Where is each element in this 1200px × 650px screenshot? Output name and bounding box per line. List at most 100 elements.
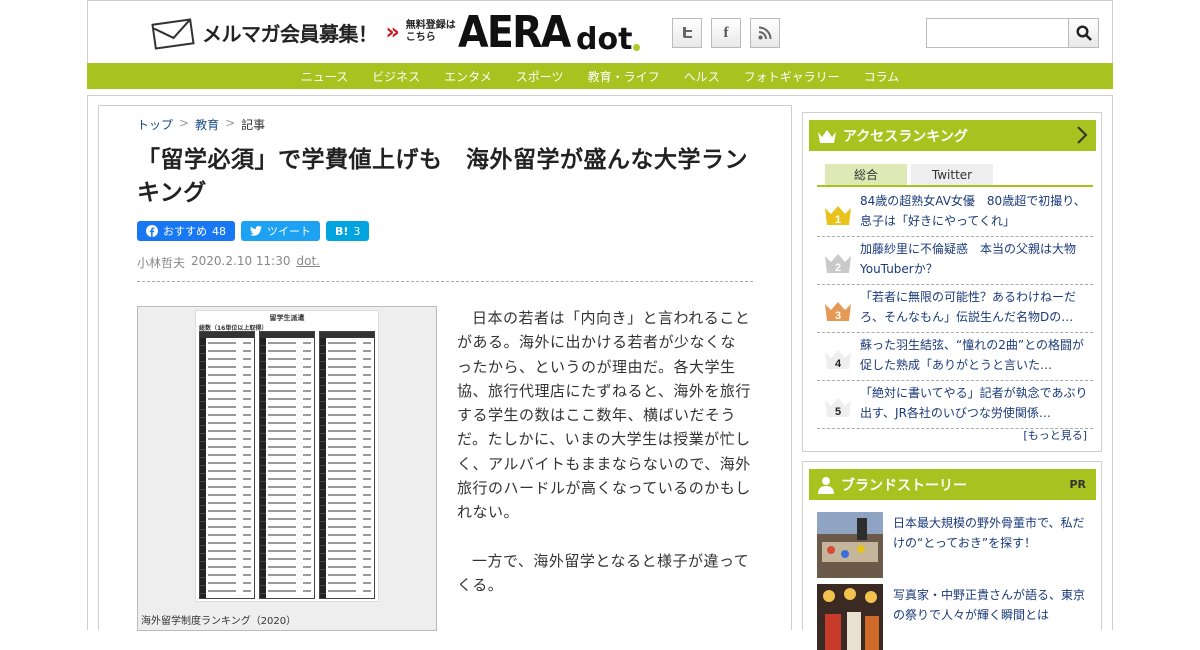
figure-caption: 海外留学制度ランキング（2020）: [141, 616, 297, 627]
ranking-tabs: 総合 Twitter: [825, 164, 993, 185]
brand-story-line: けの“とっておき”を探す！: [893, 535, 1037, 550]
rank-number: 5: [835, 406, 841, 418]
facebook-icon[interactable]: f: [711, 18, 741, 48]
ranking-table-column: [259, 331, 315, 599]
figure-image-title: 留学生派遣: [269, 314, 305, 322]
logo-dot: dot: [576, 22, 633, 57]
facebook-recommend-label: おすすめ: [163, 225, 207, 238]
ranking-item[interactable]: 1 84歳の超熟女AV女優 80歳超で初撮り、息子は「好きにやってくれ」: [817, 189, 1093, 237]
breadcrumb-top[interactable]: トップ: [137, 116, 173, 133]
festival-thumbnail: [817, 584, 883, 650]
article-body: 日本の若者は「内向き」と言われることがある。海外に出かける若者が少なくなったから…: [457, 306, 751, 621]
brand-story-title-text: 写真家・中野正貴さんが語る、東京 の祭りで人々が輝く瞬間とは: [893, 586, 1085, 625]
rank-number: 4: [835, 358, 842, 370]
access-ranking-box: アクセスランキング 総合 Twitter 1 84歳の超熟女AV女優 80歳超で…: [802, 112, 1102, 452]
ranking-item-title: 蘇った羽生結弦、“憧れの2曲”との格闘が促した熟成「ありがとうと言いた…: [860, 338, 1084, 372]
article-figure[interactable]: 留学生派遣 総数（16単位以上取得） 海外留学制度ランキング（2020）: [137, 306, 437, 631]
tab-overall[interactable]: 総合: [825, 164, 907, 185]
brand-story-line: 写真家・中野正貴さんが語る、東京: [893, 588, 1086, 602]
nav-item-sports[interactable]: スポーツ: [504, 68, 576, 85]
publish-date: 2020.2.10 11:30: [191, 254, 291, 268]
twitter-bird-icon: [250, 226, 262, 236]
access-ranking-header[interactable]: アクセスランキング: [809, 120, 1096, 151]
rss-icon[interactable]: [750, 18, 780, 48]
brand-story-title: ブランドストーリー: [841, 477, 967, 494]
mailmag-label: メルマガ会員募集！: [202, 21, 378, 46]
tab-underline: [817, 185, 1093, 187]
chevron-right-icon: >: [225, 116, 236, 130]
facebook-icon: [146, 225, 158, 237]
chevron-right-icon: >: [179, 116, 190, 130]
breadcrumb: トップ > 教育 > 記事: [137, 116, 265, 133]
facebook-recommend-count: 48: [212, 224, 226, 238]
article-paragraph: 日本の若者は「内向き」と言われることがある。海外に出かける若者が少なくなったから…: [457, 309, 751, 522]
social-links: f: [672, 18, 780, 48]
search-icon: [1075, 25, 1092, 41]
person-icon: [818, 476, 834, 494]
nav-item-news[interactable]: ニュース: [289, 68, 360, 85]
breadcrumb-education[interactable]: 教育: [195, 116, 219, 133]
rank-number: 1: [835, 214, 841, 226]
ranking-table-column: [199, 331, 255, 599]
author-name: 小林哲夫: [137, 256, 186, 270]
global-nav: ニュース ビジネス エンタメ スポーツ 教育・ライフ ヘルス フォトギャラリー …: [87, 63, 1113, 89]
nav-item-education-life[interactable]: 教育・ライフ: [576, 68, 672, 85]
brand-story-title-text: 日本最大規模の野外骨董市で、私だ けの“とっておき”を探す！: [893, 514, 1085, 553]
article-title: 「留学必須」で学費値上げも 海外留学が盛んな大学ランキング: [137, 147, 748, 206]
brand-story-line: の祭りで人々が輝く瞬間とは: [893, 607, 1050, 622]
free-note-line2: こちら: [405, 32, 436, 43]
search-input[interactable]: [926, 18, 1069, 48]
ranking-list: 1 84歳の超熟女AV女優 80歳超で初撮り、息子は「好きにやってくれ」 2 加…: [817, 189, 1093, 429]
source-link[interactable]: dot.: [296, 254, 319, 271]
ranking-item[interactable]: 2 加藤紗里に不倫疑惑 本当の父親は大物YouTuberか？: [817, 237, 1093, 285]
mailmag-free-note: 無料登録は こちら: [406, 20, 456, 44]
ranking-item[interactable]: 3 「若者に無限の可能性？あるわけねーだろ、そんなもん」伝説生んだ名物Dの…: [817, 285, 1093, 333]
nav-item-health[interactable]: ヘルス: [672, 68, 732, 85]
divider: [137, 281, 753, 282]
logo-aera: AERA: [458, 7, 571, 58]
chevron-right-icon: [1077, 126, 1088, 144]
crown-icon: 5: [825, 398, 851, 418]
facebook-recommend-button[interactable]: おすすめ 48: [137, 221, 235, 241]
brand-story-box: ブランドストーリー PR 日本最大規模の野外骨董市で、私だ けの“とっておき”を…: [802, 461, 1102, 650]
ranking-item[interactable]: 4 蘇った羽生結弦、“憧れの2曲”との格闘が促した熟成「ありがとうと言いた…: [817, 333, 1093, 381]
ranking-table-column: [319, 331, 375, 599]
ranking-item-title: 84歳の超熟女AV女優 80歳超で初撮り、息子は「好きにやってくれ」: [860, 194, 1086, 228]
breadcrumb-current: 記事: [241, 118, 266, 132]
rank-number: 2: [835, 262, 841, 274]
share-bar: おすすめ 48 ツイート B! 3: [137, 221, 370, 241]
free-note-line1: 無料登録は: [405, 20, 456, 31]
chevron-right-icon: »: [385, 19, 401, 45]
site-logo[interactable]: AERA dot: [458, 7, 641, 58]
tweet-label: ツイート: [267, 225, 311, 238]
more-ranking-link[interactable]: [もっと見る]: [1023, 427, 1087, 443]
nav-item-business[interactable]: ビジネス: [360, 68, 432, 85]
rank-number: 3: [835, 310, 841, 322]
nav-item-photo-gallery[interactable]: フォトギャラリー: [732, 68, 852, 85]
hatena-bookmark-button[interactable]: B! 3: [326, 221, 370, 241]
mailmag-signup-link[interactable]: メルマガ会員募集！ » 無料登録は こちら: [148, 14, 456, 50]
article-main: トップ > 教育 > 記事 「留学必須」で学費値上げも 海外留学が盛んな大学ラン…: [98, 105, 792, 631]
brand-story-item[interactable]: 日本最大規模の野外骨董市で、私だ けの“とっておき”を探す！: [817, 512, 1093, 578]
article-byline: 小林哲夫 2020.2.10 11:30 dot.: [137, 254, 320, 271]
brand-story-header: ブランドストーリー PR: [809, 469, 1096, 500]
crown-icon: 1: [825, 206, 851, 226]
envelope-icon: [151, 18, 195, 50]
nav-item-column[interactable]: コラム: [852, 68, 912, 85]
crown-icon: 3: [825, 302, 851, 322]
pr-badge: PR: [1069, 478, 1086, 491]
ranking-item-title: 「若者に無限の可能性？あるわけねーだろ、そんなもん」伝説生んだ名物Dの…: [860, 290, 1077, 324]
ranking-item[interactable]: 5 「絶対に書いてやる」記者が執念であぶり出す、JR各社のいびつな労使関係…: [817, 381, 1093, 429]
nav-item-entertainment[interactable]: エンタメ: [432, 68, 504, 85]
search-button[interactable]: [1069, 18, 1099, 48]
crown-icon: 2: [825, 254, 851, 274]
twitter-icon[interactable]: [672, 18, 702, 48]
site-header: メルマガ会員募集！ » 無料登録は こちら AERA dot f: [87, 0, 1113, 63]
ranking-item-title: 「絶対に書いてやる」記者が執念であぶり出す、JR各社のいびつな労使関係…: [860, 386, 1088, 420]
search-form: [926, 18, 1099, 48]
tab-twitter[interactable]: Twitter: [911, 164, 993, 185]
tweet-button[interactable]: ツイート: [241, 221, 320, 241]
brand-story-line: 日本最大規模の野外骨董市で、私だ: [893, 516, 1085, 530]
ranking-table-columns: [199, 331, 375, 599]
brand-story-item[interactable]: 写真家・中野正貴さんが語る、東京 の祭りで人々が輝く瞬間とは: [817, 584, 1093, 650]
